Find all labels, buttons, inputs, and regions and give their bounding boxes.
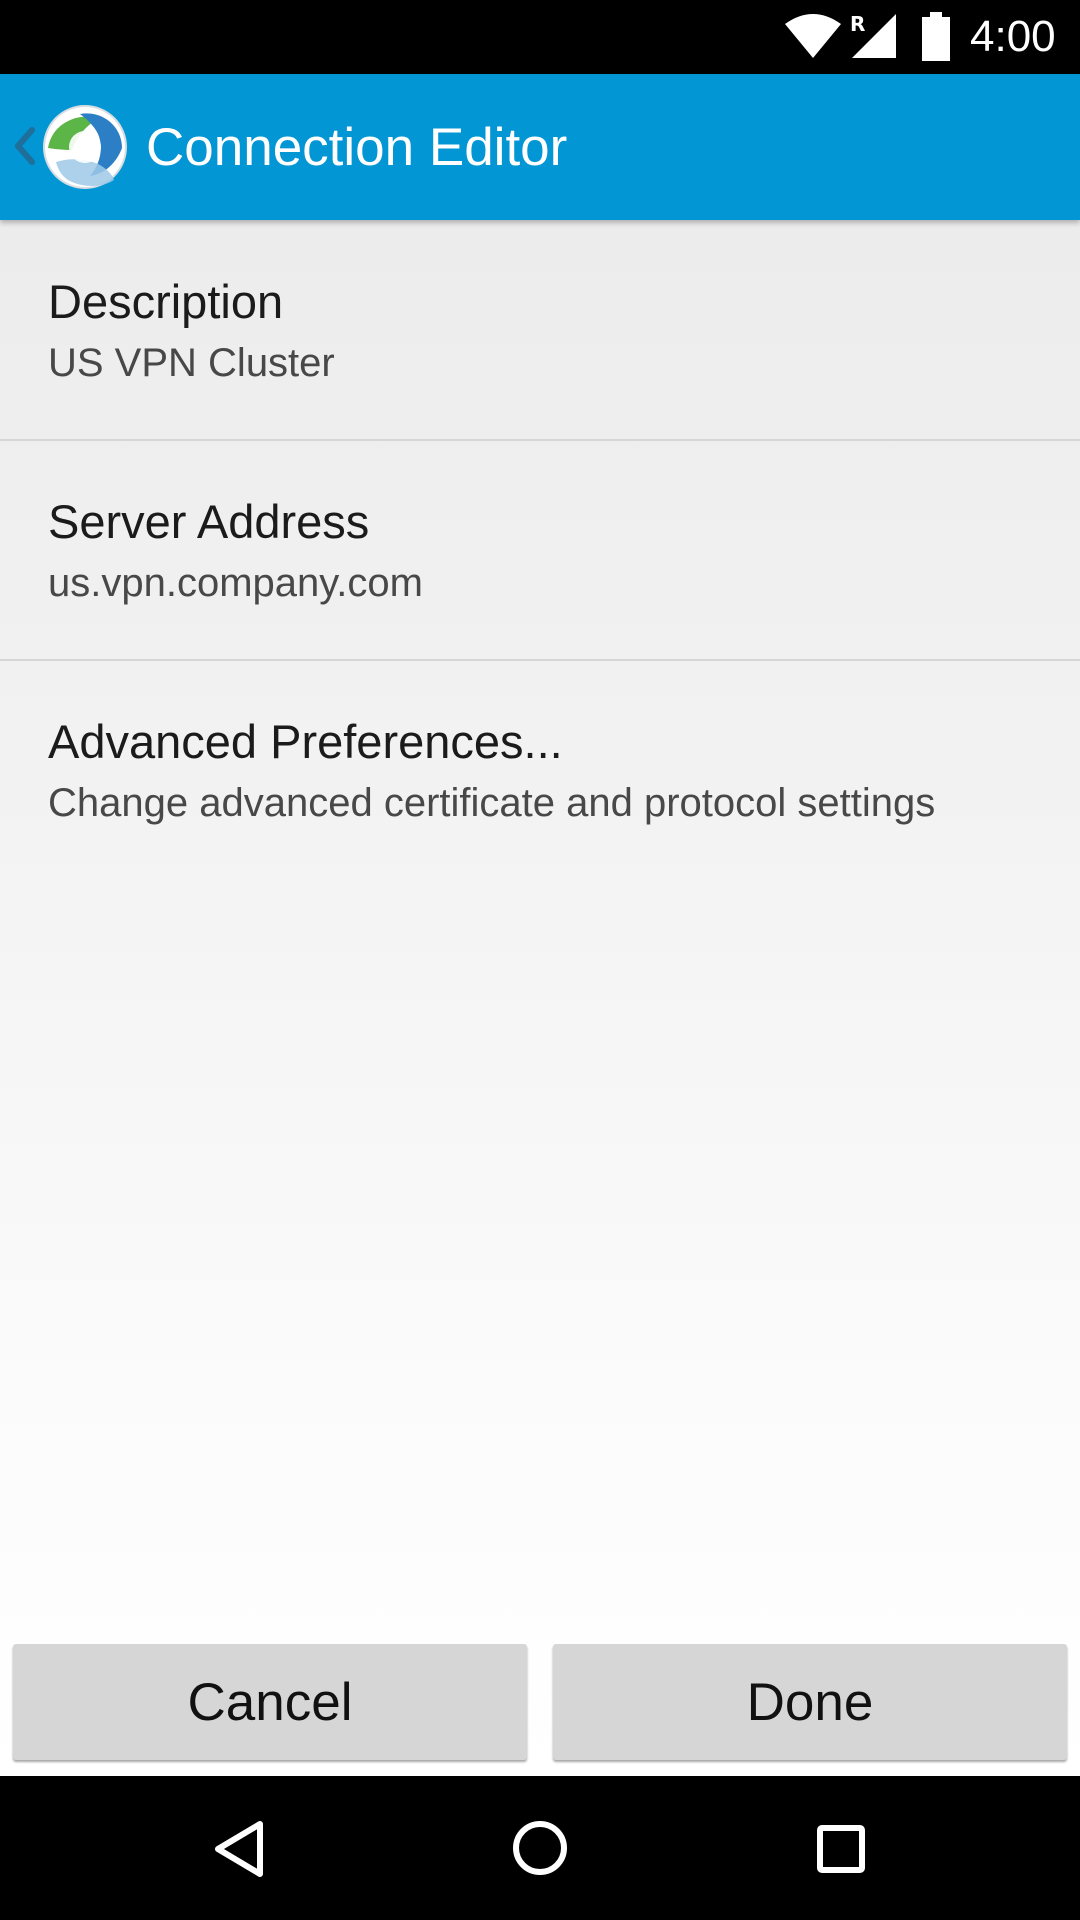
wifi-icon: [785, 14, 841, 58]
nav-home-icon[interactable]: [490, 1798, 590, 1898]
cell-signal-icon: [852, 14, 896, 58]
pref-title: Advanced Preferences...: [48, 715, 563, 768]
nav-back-icon[interactable]: [190, 1798, 290, 1898]
pref-summary: Change advanced certificate and protocol…: [48, 781, 936, 825]
cancel-button[interactable]: Cancel: [13, 1644, 527, 1760]
pref-summary: US VPN Cluster: [48, 341, 335, 385]
preferences-list: Description US VPN Cluster Server Addres…: [0, 220, 1080, 1776]
clock: 4:00: [970, 12, 1056, 61]
pref-summary: us.vpn.company.com: [48, 561, 423, 605]
status-bar: R 4:00: [0, 0, 1080, 74]
pref-title: Description: [48, 275, 284, 328]
nav-recents-icon[interactable]: [790, 1798, 890, 1898]
pref-advanced-preferences[interactable]: Advanced Preferences... Change advanced …: [0, 660, 1080, 879]
app-bar: Connection Editor: [0, 74, 1080, 220]
battery-icon: [922, 12, 950, 61]
up-navigation-button[interactable]: [0, 74, 140, 220]
done-button[interactable]: Done: [553, 1644, 1067, 1760]
button-bar: Cancel Done: [0, 1632, 1080, 1776]
screen: R 4:00 Connection Editor Description US …: [0, 0, 1080, 1920]
pref-description[interactable]: Description US VPN Cluster: [0, 220, 1080, 441]
pref-title: Server Address: [48, 495, 370, 548]
chevron-left-icon: [15, 127, 35, 165]
anyconnect-logo-icon: [43, 105, 127, 189]
navigation-bar: [0, 1776, 1080, 1920]
app-title: Connection Editor: [146, 118, 568, 177]
pref-server-address[interactable]: Server Address us.vpn.company.com: [0, 440, 1080, 661]
